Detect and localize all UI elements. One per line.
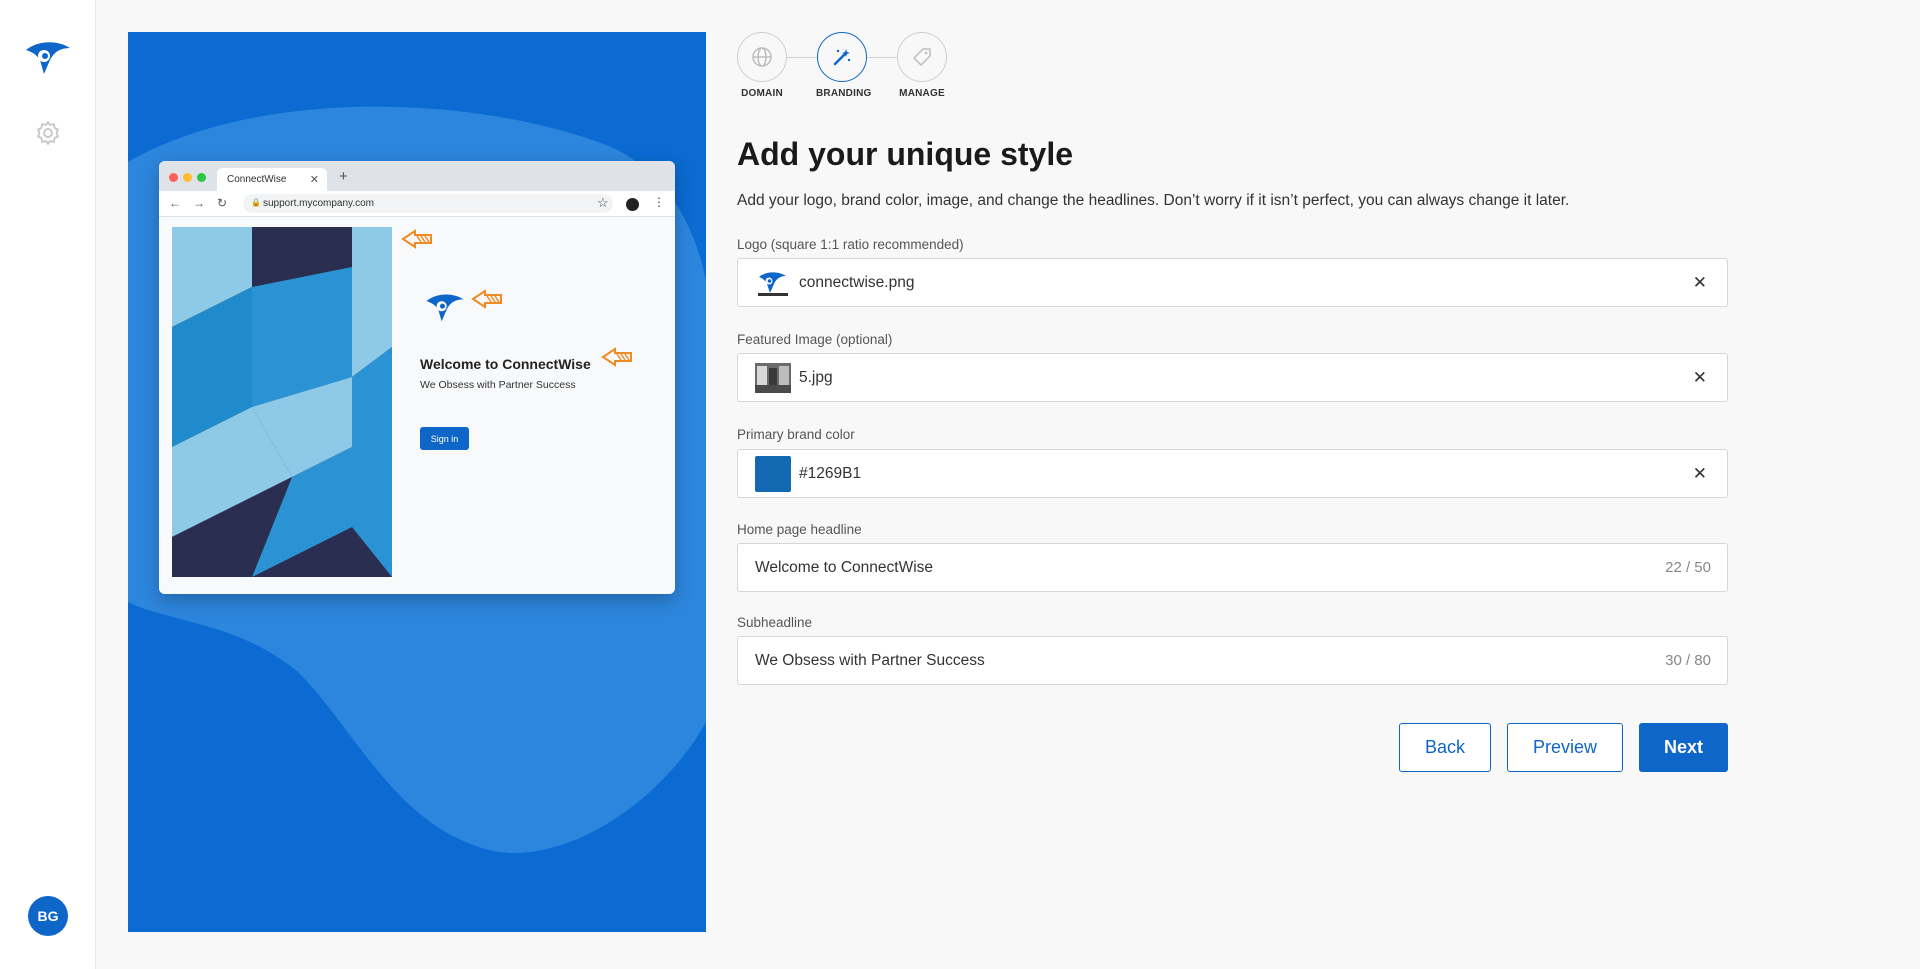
logo-filename: connectwise.png: [799, 274, 915, 291]
browser-menu-icon: ⋮: [653, 195, 665, 209]
browser-profile-icon: [626, 198, 639, 211]
logo-label: Logo (square 1:1 ratio recommended): [737, 237, 964, 252]
preview-page: Welcome to ConnectWise We Obsess with Pa…: [159, 217, 675, 594]
browser-tab-bar: ConnectWise ✕ +: [159, 161, 675, 191]
featured-image-filename: 5.jpg: [799, 369, 833, 386]
connectwise-logo-icon[interactable]: [24, 38, 72, 76]
preview-featured-image: [172, 227, 392, 577]
tab-close-icon: ✕: [309, 174, 319, 186]
preview-logo-icon: [426, 294, 464, 322]
subheadline-label: Subheadline: [737, 615, 813, 630]
headline-label: Home page headline: [737, 522, 862, 537]
color-swatch[interactable]: [755, 456, 791, 492]
preview-headline: Welcome to ConnectWise: [420, 356, 591, 372]
brand-color-label: Primary brand color: [737, 427, 855, 442]
featured-image-thumbnail: [755, 363, 791, 393]
browser-url: 🔒 support.mycompany.com: [243, 194, 613, 213]
minimize-dot: [183, 173, 192, 182]
preview-button[interactable]: Preview: [1507, 723, 1623, 772]
reload-icon: ↻: [217, 196, 228, 210]
featured-image-field[interactable]: 5.jpg ✕: [737, 353, 1728, 402]
featured-image-label: Featured Image (optional): [737, 332, 893, 347]
browser-url-text: support.mycompany.com: [263, 198, 374, 209]
sidebar: BG: [0, 0, 96, 969]
step-connector: [868, 57, 899, 58]
maximize-dot: [197, 173, 206, 182]
annotation-arrow-icon: [471, 289, 502, 309]
page-title: Add your unique style: [737, 136, 1074, 172]
step-manage[interactable]: MANAGE: [896, 32, 948, 99]
forward-arrow-icon: →: [193, 196, 205, 210]
lock-icon: 🔒: [251, 198, 261, 207]
user-avatar[interactable]: BG: [28, 896, 68, 936]
next-button[interactable]: Next: [1639, 723, 1728, 772]
star-icon: ☆: [597, 195, 609, 210]
close-icon[interactable]: ✕: [1693, 368, 1707, 388]
tag-icon: [897, 32, 947, 82]
annotation-arrow-icon: [601, 347, 632, 367]
close-icon[interactable]: ✕: [1693, 464, 1707, 484]
page-intro: Add your logo, brand color, image, and c…: [737, 192, 1570, 209]
subheadline-char-count: 30 / 80: [1665, 652, 1711, 669]
browser-tab: ConnectWise ✕: [217, 168, 327, 191]
logo-thumbnail: [755, 268, 791, 298]
back-button[interactable]: Back: [1399, 723, 1491, 772]
preview-subheadline: We Obsess with Partner Success: [420, 379, 576, 391]
subheadline-value: We Obsess with Partner Success: [755, 652, 985, 669]
preview-signin-button: Sign in: [420, 427, 469, 450]
step-branding[interactable]: BRANDING: [816, 32, 872, 99]
headline-value: Welcome to ConnectWise: [755, 559, 934, 576]
brand-color-field[interactable]: #1269B1 ✕: [737, 449, 1728, 498]
step-label: DOMAIN: [741, 88, 783, 99]
headline-char-count: 22 / 50: [1665, 559, 1711, 576]
step-domain[interactable]: DOMAIN: [736, 32, 788, 99]
browser-url-bar: ← → ↻ 🔒 support.mycompany.com ☆ ⋮: [159, 191, 675, 217]
step-connector: [787, 57, 818, 58]
branding-preview-panel: ConnectWise ✕ + ← → ↻ 🔒 support.mycompan…: [128, 32, 706, 932]
new-tab-icon: +: [339, 168, 348, 185]
globe-icon: [737, 32, 787, 82]
annotation-arrow-icon: [401, 229, 432, 249]
close-dot: [169, 173, 178, 182]
step-label: BRANDING: [816, 88, 872, 99]
subheadline-input[interactable]: We Obsess with Partner Success 30 / 80: [737, 636, 1728, 685]
gear-icon[interactable]: [35, 120, 61, 146]
brand-color-value: #1269B1: [799, 465, 862, 482]
step-label: MANAGE: [899, 88, 945, 99]
headline-input[interactable]: Welcome to ConnectWise 22 / 50: [737, 543, 1728, 592]
close-icon[interactable]: ✕: [1693, 273, 1707, 293]
logo-field[interactable]: connectwise.png ✕: [737, 258, 1728, 307]
browser-tab-title: ConnectWise: [227, 174, 287, 185]
back-arrow-icon: ←: [169, 196, 181, 210]
browser-mockup: ConnectWise ✕ + ← → ↻ 🔒 support.mycompan…: [159, 161, 675, 594]
magic-wand-icon: [817, 32, 867, 82]
